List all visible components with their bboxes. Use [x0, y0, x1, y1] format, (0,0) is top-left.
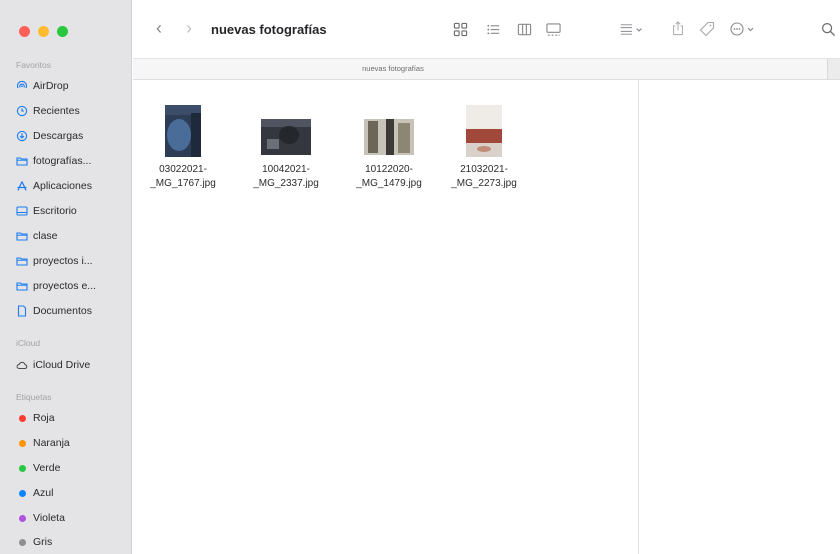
sidebar-item-recientes[interactable]: Recientes: [16, 102, 80, 120]
sidebar-item-descargas[interactable]: Descargas: [16, 127, 83, 145]
file-thumbnail: [364, 105, 414, 157]
sidebar-item-label: Verde: [33, 462, 61, 474]
more-actions-button[interactable]: [727, 19, 763, 39]
download-icon: [16, 130, 28, 142]
apps-icon: [16, 180, 28, 192]
folder-icon: [16, 255, 28, 267]
more-actions-icon: [730, 22, 754, 36]
file-name: 10042021- _MG_2337.jpg: [253, 164, 319, 189]
window-controls: [19, 26, 68, 37]
sidebar-item-label: proyectos e...: [33, 280, 97, 292]
forward-button[interactable]: ›: [179, 18, 199, 38]
sidebar-item-proyectos-i[interactable]: proyectos i...: [16, 252, 93, 270]
tag-dot-icon: [18, 514, 26, 522]
group-by-icon: [620, 23, 642, 35]
search-button[interactable]: [818, 19, 838, 39]
file-name: 03022021- _MG_1767.jpg: [150, 164, 216, 189]
sidebar-item-fotografias[interactable]: fotografías...: [16, 152, 91, 170]
sidebar-item-label: Gris: [33, 536, 53, 548]
tag-button[interactable]: [697, 19, 717, 39]
file-thumbnail: [261, 105, 311, 157]
sidebar-item-label: Roja: [33, 412, 55, 424]
path-bar-label: nuevas fotografías: [362, 64, 424, 73]
cloud-icon: [16, 359, 28, 371]
desktop-icon: [16, 205, 28, 217]
sidebar-item-escritorio[interactable]: Escritorio: [16, 202, 77, 220]
sidebar-tag-roja[interactable]: Roja: [16, 409, 55, 427]
folder-icon: [16, 230, 28, 242]
sidebar-item-label: proyectos i...: [33, 255, 93, 267]
tag-dot-icon: [18, 489, 26, 497]
icon-view-button[interactable]: [451, 20, 469, 38]
search-icon: [821, 22, 835, 36]
sidebar-item-label: clase: [33, 230, 58, 242]
share-icon: [673, 20, 683, 35]
file-item[interactable]: 10122020- _MG_1479.jpg: [344, 105, 434, 191]
airdrop-icon: [16, 80, 28, 92]
file-item[interactable]: 10042021- _MG_2337.jpg: [241, 105, 331, 191]
window-title: nuevas fotografías: [211, 22, 327, 37]
sidebar-item-clase[interactable]: clase: [16, 227, 58, 245]
tag-dot-icon: [18, 538, 26, 546]
list-view-button[interactable]: [484, 20, 502, 38]
sidebar-item-label: iCloud Drive: [33, 359, 91, 371]
file-thumbnail: [466, 105, 502, 157]
file-thumbnail: [165, 105, 201, 157]
gallery-view-icon: [545, 22, 561, 36]
path-bar-add-tab-button[interactable]: [827, 59, 840, 79]
tag-dot-icon: [18, 414, 26, 422]
folder-icon: [16, 155, 28, 167]
sidebar-item-label: Azul: [33, 487, 54, 499]
file-name: 21032021- _MG_2273.jpg: [451, 164, 517, 189]
sidebar-tag-azul[interactable]: Azul: [16, 484, 53, 502]
sidebar-item-aplicaciones[interactable]: Aplicaciones: [16, 177, 92, 195]
sidebar-item-label: Naranja: [33, 437, 70, 449]
sidebar-item-proyectos-e[interactable]: proyectos e...: [16, 277, 96, 295]
file-item[interactable]: 03022021- _MG_1767.jpg: [138, 105, 228, 191]
tag-dot-icon: [18, 439, 26, 447]
sidebar-tag-naranja[interactable]: Naranja: [16, 434, 70, 452]
sidebar-item-label: AirDrop: [33, 80, 69, 92]
file-name: 10122020- _MG_1479.jpg: [356, 164, 422, 189]
toolbar: ‹ › nuevas fotografías: [133, 0, 840, 58]
sidebar-item-airdrop[interactable]: AirDrop: [16, 77, 69, 95]
folder-icon: [16, 280, 28, 292]
sidebar-item-label: Violeta: [33, 512, 65, 524]
document-icon: [16, 305, 28, 317]
sidebar-section-icloud: iCloud: [16, 338, 41, 348]
sidebar-section-tags: Etiquetas: [16, 392, 52, 402]
grid-icon: [453, 22, 467, 36]
back-button[interactable]: ‹: [149, 18, 169, 38]
clock-icon: [16, 105, 28, 117]
sidebar-item-label: Recientes: [33, 105, 80, 117]
sidebar-tag-gris[interactable]: Gris: [16, 533, 52, 551]
path-bar: nuevas fotografías: [133, 58, 840, 80]
tag-icon: [699, 21, 715, 37]
sidebar-item-documentos[interactable]: Documentos: [16, 302, 92, 320]
sidebar: Favoritos AirDrop Recientes Descargas fo…: [0, 0, 132, 554]
file-grid: 03022021- _MG_1767.jpg 10042021- _MG_233…: [133, 80, 638, 554]
minimize-window-button[interactable]: [38, 26, 49, 37]
group-by-button[interactable]: [617, 20, 647, 38]
sidebar-item-label: Escritorio: [33, 205, 77, 217]
sidebar-tag-verde[interactable]: Verde: [16, 459, 60, 477]
gallery-view-button[interactable]: [543, 20, 563, 38]
sidebar-item-icloud-drive[interactable]: iCloud Drive: [16, 356, 90, 374]
tag-dot-icon: [18, 464, 26, 472]
zoom-window-button[interactable]: [57, 26, 68, 37]
column-view-icon: [517, 23, 531, 35]
list-view-icon: [486, 24, 499, 34]
sidebar-item-label: Descargas: [33, 130, 84, 142]
sidebar-section-favorites: Favoritos: [16, 60, 51, 70]
file-item[interactable]: 21032021- _MG_2273.jpg: [439, 105, 529, 191]
close-window-button[interactable]: [19, 26, 30, 37]
column-divider: [638, 80, 639, 554]
column-view-button[interactable]: [515, 20, 533, 38]
share-button[interactable]: [669, 18, 687, 38]
sidebar-tag-violeta[interactable]: Violeta: [16, 509, 65, 527]
sidebar-item-label: Documentos: [33, 305, 92, 317]
sidebar-item-label: fotografías...: [33, 155, 92, 167]
sidebar-item-label: Aplicaciones: [33, 180, 92, 192]
